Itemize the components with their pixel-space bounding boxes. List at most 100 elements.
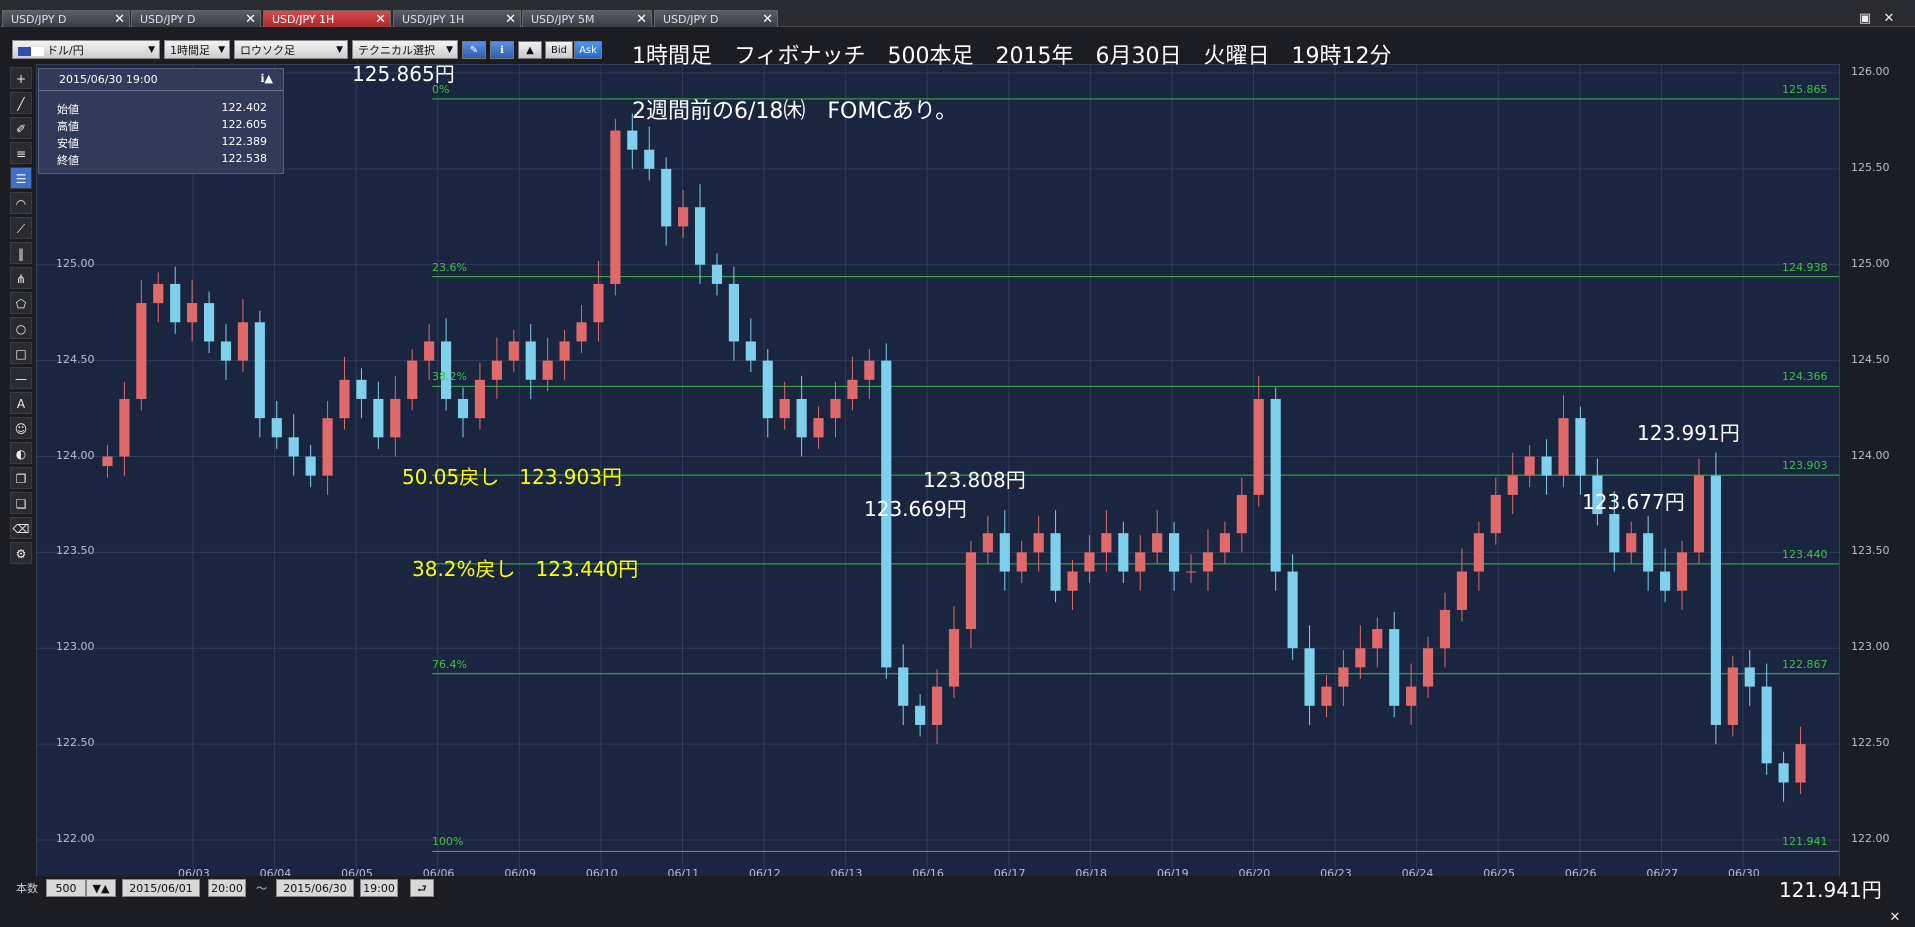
rectangle-icon[interactable]: □ [10, 342, 32, 364]
close-window-icon[interactable]: ✕ [1880, 11, 1898, 26]
pitchfork-icon[interactable]: ⋔ [10, 267, 32, 289]
tab-usdjpy-d-2[interactable]: USD/JPY D ✕ [131, 10, 261, 27]
close-icon[interactable]: ✕ [505, 11, 516, 28]
fan-icon[interactable]: ⟋ [10, 217, 32, 239]
candle-body [153, 283, 164, 304]
info-value: 122.605 [221, 118, 268, 131]
close-icon[interactable]: ✕ [245, 11, 256, 28]
settings-icon[interactable]: ⚙ [10, 542, 32, 564]
mountain-icon: ▲ [526, 45, 534, 56]
candle-body [339, 379, 350, 419]
horizontal-lines-icon[interactable]: ≡ [10, 142, 32, 164]
crosshair-icon[interactable]: + [10, 67, 32, 89]
tab-label: USD/JPY D [140, 13, 196, 26]
candle-body [1135, 552, 1146, 572]
bar-count-input[interactable]: 500 [46, 879, 86, 897]
tab-usdjpy-d-1[interactable]: USD/JPY D ✕ [2, 10, 130, 27]
candle-body [644, 149, 655, 169]
hline-icon[interactable]: — [10, 367, 32, 389]
info-label: 始値 [57, 103, 79, 116]
trendline-icon[interactable]: ╱ [10, 92, 32, 114]
candle-body [661, 168, 672, 227]
text-icon[interactable]: A [10, 392, 32, 414]
tab-label: USD/JPY 1H [272, 13, 335, 26]
timeframe-select[interactable]: 1時間足 ▼ [164, 40, 230, 59]
candle-body [1660, 571, 1671, 591]
candle-body [559, 341, 570, 361]
candle-body [203, 303, 215, 342]
bid-button[interactable]: Bid [545, 41, 573, 59]
technical-label: テクニカル選択 [358, 44, 435, 57]
candle-body [1118, 533, 1129, 572]
layers-icon[interactable]: ❏ [10, 492, 32, 514]
timeframe-label: 1時間足 [170, 44, 210, 57]
price-axis [1840, 64, 1900, 882]
close-bottom-icon[interactable]: ✕ [1886, 910, 1904, 925]
close-icon[interactable]: ✕ [636, 11, 647, 28]
eraser-icon[interactable]: ⌫ [10, 517, 32, 539]
candle-body [1541, 456, 1552, 476]
pentagon-icon[interactable]: ⬠ [10, 292, 32, 314]
close-icon[interactable]: ✕ [762, 11, 773, 28]
price-axis-label: 125.50 [1851, 160, 1890, 174]
candle-body [1372, 629, 1383, 649]
candle-body [898, 667, 909, 706]
tab-usdjpy-1h[interactable]: USD/JPY 1H ✕ [393, 10, 521, 27]
candle-body [694, 207, 706, 265]
price-axis-label: 124.50 [1851, 352, 1890, 366]
chart-style-button[interactable]: ▲ [518, 41, 542, 59]
close-icon[interactable]: ✕ [375, 11, 386, 28]
ruler-icon[interactable]: ✐ [10, 117, 32, 139]
info-toggle-icon[interactable]: ℹ▲ [260, 72, 273, 85]
candle-body [1016, 552, 1027, 572]
candle-body [1727, 667, 1738, 725]
candle-body [627, 130, 638, 150]
symbol-select[interactable]: ドル/円 ▼ [12, 40, 160, 59]
fib-arc-icon[interactable]: ◠ [10, 192, 32, 214]
start-time-input[interactable]: 20:00 [208, 879, 246, 897]
candle-body [1287, 571, 1298, 649]
fibonacci-value-label: 123.440 [1782, 547, 1828, 561]
start-date-input[interactable]: 2015/06/01 [122, 879, 200, 897]
low-price-label: 121.941円 [1779, 878, 1882, 902]
candle-body [407, 360, 418, 399]
copy-icon[interactable]: ❐ [10, 467, 32, 489]
info-value: 122.389 [221, 135, 268, 148]
tab-usdjpy-d-3[interactable]: USD/JPY D ✕ [654, 10, 778, 27]
candle-body [1304, 648, 1315, 706]
candle-body [424, 341, 435, 361]
info-button[interactable]: ℹ [490, 41, 514, 59]
vertical-lines-icon[interactable]: ‖ [10, 242, 32, 264]
candle-body [187, 303, 198, 323]
end-time-input[interactable]: 19:00 [360, 879, 398, 897]
fibonacci-percent-label: 23.6% [432, 260, 467, 274]
magnet-icon[interactable]: ◐ [10, 442, 32, 464]
pencil-icon: ✎ [469, 45, 479, 56]
circle-icon[interactable]: ○ [10, 317, 32, 339]
tab-usdjpy-5m[interactable]: USD/JPY 5M ✕ [522, 10, 652, 27]
pen-tool-button[interactable]: ✎ [462, 41, 486, 59]
price-axis-label: 125.00 [1851, 256, 1890, 270]
bar-count-stepper[interactable]: ▼▲ [86, 879, 116, 897]
info-value: 122.538 [221, 152, 268, 165]
candle-body [1067, 571, 1078, 591]
fomc-annotation: 2週間前の6/18㈭ FOMCあり。 [632, 99, 958, 124]
tab-usdjpy-1h-active[interactable]: USD/JPY 1H ✕ [263, 10, 391, 27]
candle-body [220, 341, 232, 361]
close-icon[interactable]: ✕ [114, 11, 125, 28]
candle-body [525, 341, 536, 380]
price-axis-label-left: 124.50 [56, 352, 95, 366]
price-label-123991: 123.991円 [1637, 421, 1740, 445]
technical-select[interactable]: テクニカル選択 ▼ [352, 40, 458, 59]
end-date-input[interactable]: 2015/06/30 [276, 879, 354, 897]
chart-type-select[interactable]: ロウソク足 ▼ [234, 40, 348, 59]
candle-body [762, 360, 773, 419]
ask-button[interactable]: Ask [574, 41, 602, 59]
fibonacci-icon[interactable]: ☰ [10, 167, 32, 189]
refresh-button[interactable]: ⮐ [410, 879, 434, 897]
candle-body [745, 341, 756, 361]
info-row-low: 安値 122.389 [57, 135, 267, 151]
restore-window-icon[interactable]: ▣ [1856, 11, 1874, 26]
candle-body [1778, 763, 1789, 783]
smiley-icon[interactable]: ☺ [10, 417, 32, 439]
